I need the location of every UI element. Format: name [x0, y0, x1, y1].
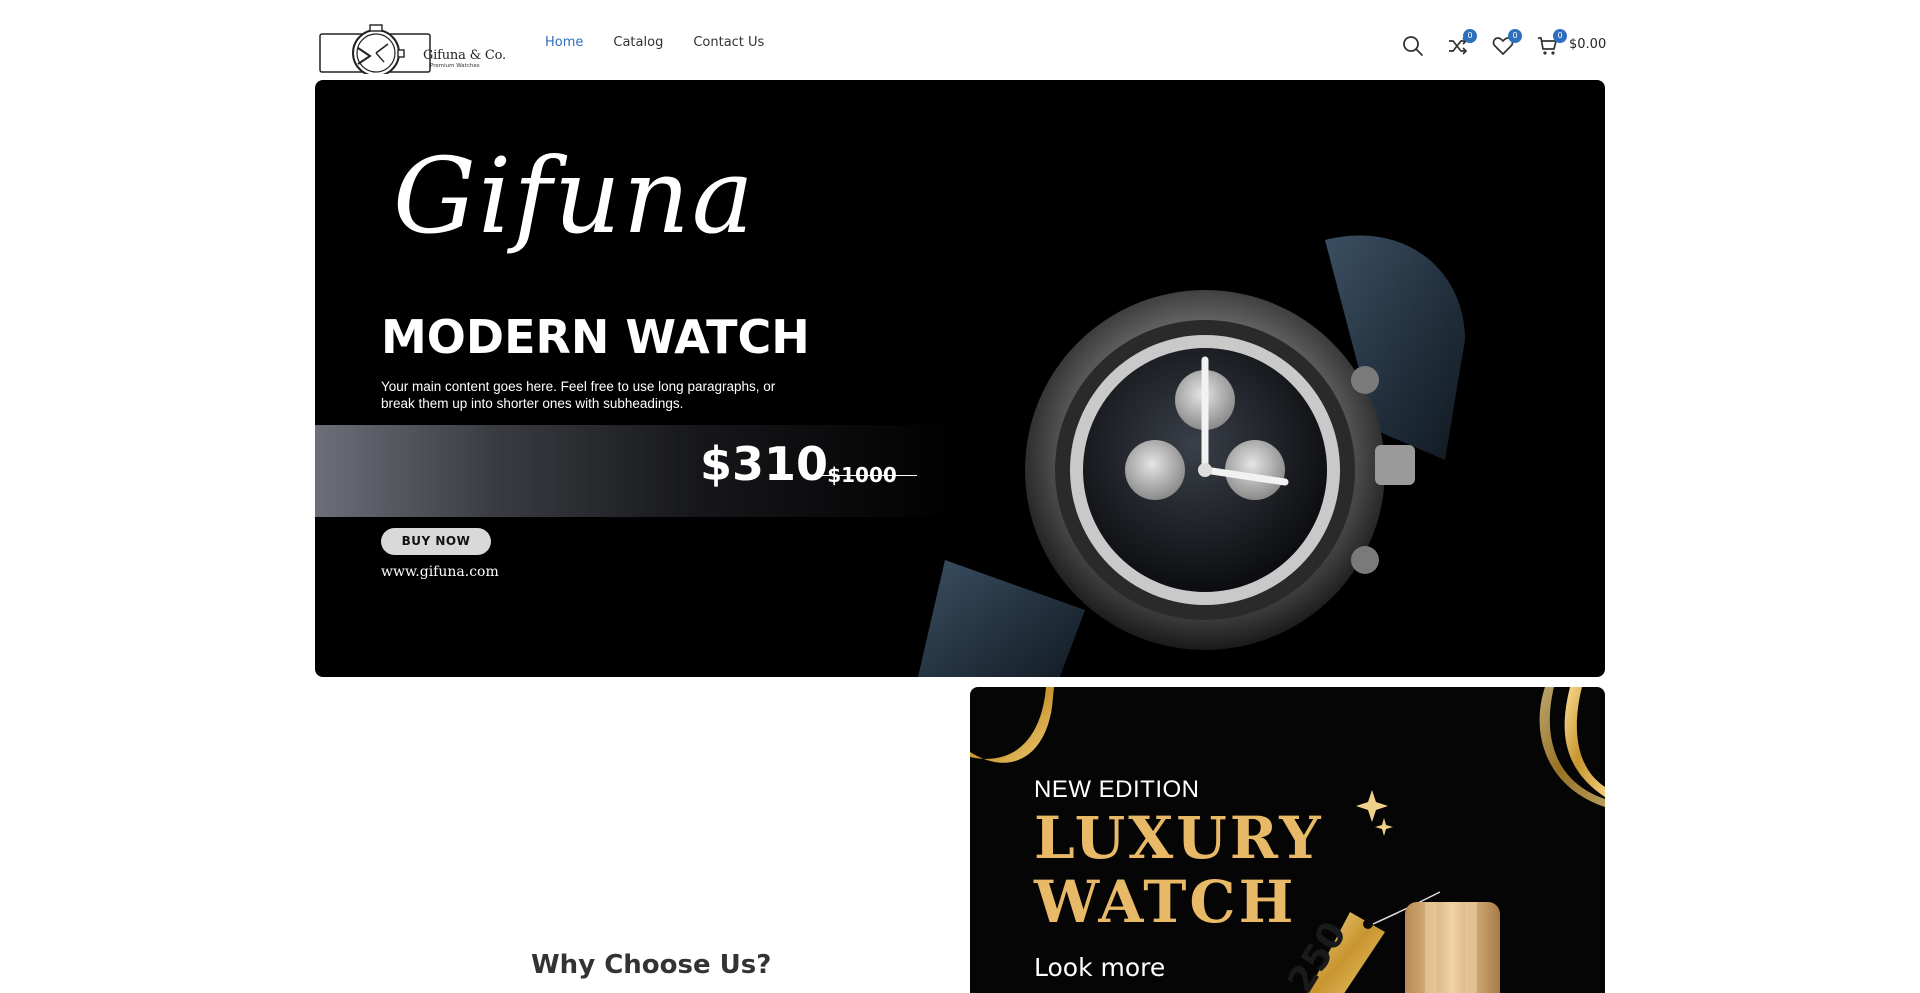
luxury-banner[interactable]: NEW EDITION LUXURY WATCH 250 Look more: [970, 687, 1605, 993]
hero-website: www.gifuna.com: [381, 564, 499, 580]
luxury-title-line1: LUXURY: [1034, 804, 1324, 872]
hero-description: Your main content goes here. Feel free t…: [381, 379, 776, 411]
compare-count-badge: 0: [1463, 29, 1477, 43]
why-choose-us-heading: Why Choose Us?: [531, 950, 772, 980]
search-icon: [1403, 36, 1423, 56]
luxury-title-line2: WATCH: [1034, 868, 1297, 936]
search-button[interactable]: [1400, 32, 1426, 58]
logo-name: Gifuna & Co.: [423, 48, 506, 63]
luxury-watch-title: LUXURY WATCH: [1034, 806, 1324, 934]
new-edition-label: NEW EDITION: [1034, 776, 1200, 803]
cart-total[interactable]: $0.00: [1569, 37, 1606, 52]
hero-old-price: $1000: [807, 463, 917, 487]
old-price-value: $1000: [827, 463, 897, 487]
hero-banner[interactable]: Gifuna MODERN WATCH Your main content go…: [315, 80, 1605, 677]
cart-count-badge: 0: [1553, 29, 1567, 43]
main-nav: Home Catalog Contact Us: [545, 35, 764, 50]
site-header: Gifuna & Co. Premium Watches Home Catalo…: [0, 0, 1920, 80]
look-more-link[interactable]: Look more: [1034, 953, 1165, 982]
nav-contact-us[interactable]: Contact Us: [693, 35, 764, 50]
hero-title: MODERN WATCH: [381, 310, 810, 364]
site-logo[interactable]: Gifuna & Co. Premium Watches: [318, 16, 506, 74]
header-tools: 0 0 0: [1400, 29, 1580, 60]
wishlist-button[interactable]: 0: [1490, 29, 1522, 58]
compare-button[interactable]: 0: [1445, 29, 1477, 58]
logo-tagline: Premium Watches: [430, 63, 480, 69]
buy-now-button[interactable]: BUY NOW: [381, 528, 491, 555]
nav-catalog[interactable]: Catalog: [613, 35, 663, 50]
wishlist-count-badge: 0: [1508, 29, 1522, 43]
hero-script-title: Gifuna: [393, 135, 756, 257]
nav-home[interactable]: Home: [545, 35, 583, 50]
cart-button[interactable]: 0: [1535, 29, 1567, 58]
watch-image: [918, 235, 1465, 677]
